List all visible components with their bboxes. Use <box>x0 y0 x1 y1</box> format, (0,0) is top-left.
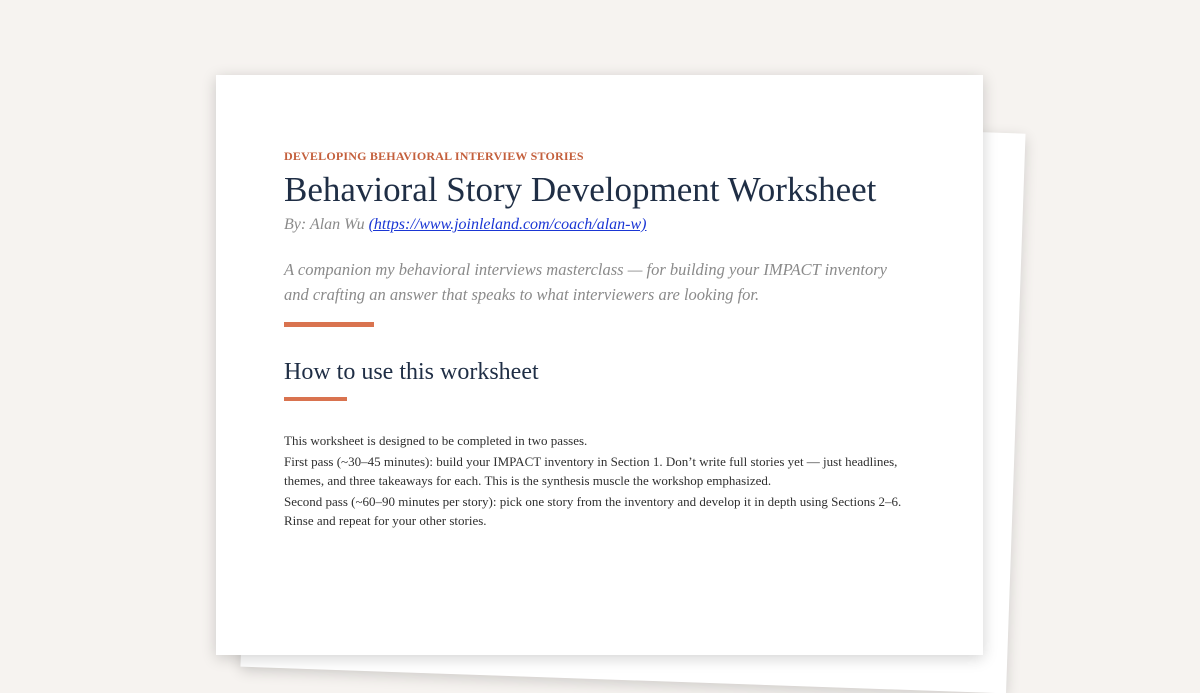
intro-text: A companion my behavioral interviews mas… <box>284 260 887 304</box>
paragraph-second-pass: Second pass (~60–90 minutes per story): … <box>284 494 902 528</box>
page-content: DEVELOPING BEHAVIORAL INTERVIEW STORIES … <box>284 149 924 532</box>
byline-author: By: Alan Wu <box>284 216 369 233</box>
accent-divider <box>284 322 374 327</box>
instructions-body: This worksheet is designed to be complet… <box>284 431 914 530</box>
page-title: Behavioral Story Development Worksheet <box>284 170 877 209</box>
paragraph-first-pass: First pass (~30–45 minutes): build your … <box>284 454 898 488</box>
section-divider <box>284 397 347 401</box>
byline: By: Alan Wu (https://www.joinleland.com/… <box>284 215 924 235</box>
coach-profile-link[interactable]: (https://www.joinleland.com/coach/alan-w… <box>369 216 647 233</box>
section-heading: How to use this worksheet <box>284 359 539 385</box>
eyebrow-label: DEVELOPING BEHAVIORAL INTERVIEW STORIES <box>284 149 584 163</box>
paragraph-intro: This worksheet is designed to be complet… <box>284 433 588 448</box>
worksheet-page: DEVELOPING BEHAVIORAL INTERVIEW STORIES … <box>216 75 983 655</box>
